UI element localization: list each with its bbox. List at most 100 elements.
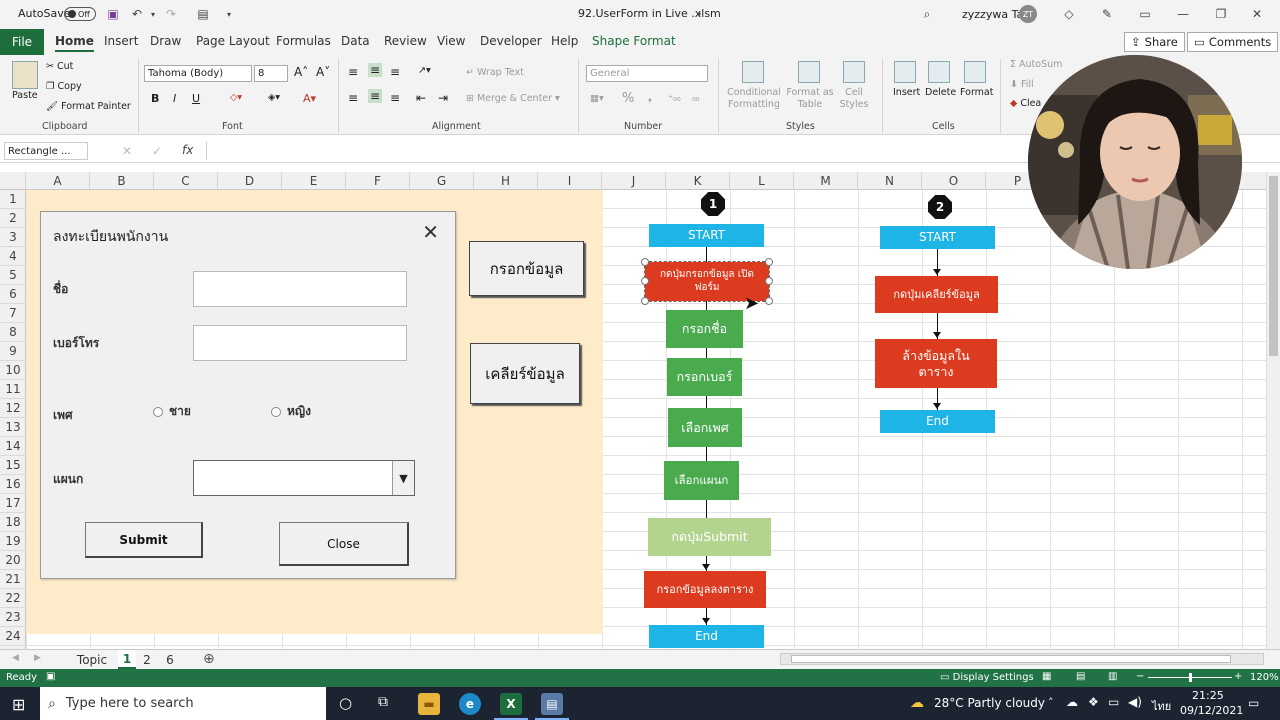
row-header[interactable]: 8 <box>0 323 26 342</box>
column-header[interactable]: B <box>90 172 154 190</box>
tab-data[interactable]: Data <box>341 34 370 48</box>
row-header[interactable]: 16 <box>0 475 26 494</box>
restore-icon[interactable]: ❐ <box>1214 7 1228 21</box>
next-sheet-icon[interactable]: ▶ <box>34 653 41 663</box>
format-as-table-button[interactable]: Format as Table <box>786 87 834 112</box>
department-combobox[interactable]: ▼ <box>193 460 415 496</box>
fx-icon[interactable]: fx <box>182 143 193 157</box>
dropdown-arrow-icon[interactable]: ▼ <box>392 461 414 495</box>
bold-button[interactable]: B <box>151 92 159 105</box>
tab-view[interactable]: View <box>437 34 465 48</box>
column-header[interactable]: F <box>346 172 410 190</box>
female-radio[interactable]: หญิง <box>271 402 311 421</box>
flow1-step-write-table[interactable]: กรอกข้อมูลลงตาราง <box>644 571 766 608</box>
pen-icon[interactable]: ✎ <box>1100 7 1114 21</box>
row-header[interactable]: 4 <box>0 247 26 266</box>
column-header[interactable]: I <box>538 172 602 190</box>
insert-cells-button[interactable]: Insert <box>893 87 920 98</box>
avatar[interactable]: ZT <box>1019 5 1037 23</box>
weather-text[interactable]: 28°C Partly cloudy <box>934 696 1045 710</box>
align-center-icon[interactable]: ≡ <box>368 89 383 103</box>
cancel-icon[interactable]: ✕ <box>122 144 132 158</box>
cell-styles-icon[interactable] <box>843 61 865 83</box>
male-radio[interactable]: ชาย <box>153 402 191 421</box>
sheet-tab-6[interactable]: 6 <box>160 650 180 669</box>
tab-review[interactable]: Review <box>384 34 427 48</box>
save-icon[interactable]: ▣ <box>106 7 120 21</box>
number-format-select[interactable]: General <box>586 65 708 82</box>
column-header[interactable]: H <box>474 172 538 190</box>
horizontal-scrollbar[interactable] <box>780 653 1264 665</box>
align-middle-icon[interactable]: ≡ <box>368 63 383 77</box>
close-window-icon[interactable]: ✕ <box>1250 7 1264 21</box>
delete-cells-button[interactable]: Delete <box>925 87 956 98</box>
name-box[interactable]: Rectangle ... <box>4 142 88 160</box>
row-header[interactable]: 21 <box>0 570 26 589</box>
tab-developer[interactable]: Developer <box>480 34 542 48</box>
enter-icon[interactable]: ✓ <box>152 144 162 158</box>
selection-handle[interactable] <box>641 258 649 266</box>
row-header[interactable]: 1 <box>0 190 26 209</box>
task-view-icon[interactable]: ⧉ <box>378 694 388 710</box>
file-explorer-icon[interactable]: ▬ <box>418 693 440 715</box>
fill-button[interactable]: ⬇ Fill <box>1010 79 1034 90</box>
flow2-step-press-clear[interactable]: กดปุ่มเคลียร์ข้อมูล <box>875 276 998 313</box>
page-break-view-icon[interactable]: ▥ <box>1108 671 1117 682</box>
flow2-start[interactable]: START <box>880 226 995 249</box>
format-cells-icon[interactable] <box>964 61 986 83</box>
vertical-scroll-thumb[interactable] <box>1269 176 1278 356</box>
selection-handle[interactable] <box>765 258 773 266</box>
clear-button[interactable]: ◆ Clea <box>1010 98 1041 109</box>
share-button[interactable]: ⇪ Share <box>1124 32 1185 52</box>
page-layout-view-icon[interactable]: ▤ <box>1076 671 1085 682</box>
cut-button[interactable]: ✂ Cut <box>46 61 73 72</box>
clock-time[interactable]: 21:25 <box>1192 689 1224 702</box>
cell-styles-button[interactable]: Cell Styles <box>834 87 874 112</box>
orientation-icon[interactable]: ↗▾ <box>418 65 431 76</box>
increase-font-icon[interactable]: A˄ <box>294 65 308 79</box>
flow1-step-select-gender[interactable]: เลือกเพศ <box>668 408 742 447</box>
selection-handle[interactable] <box>641 297 649 305</box>
fill-data-shape-button[interactable]: กรอกข้อมูล <box>469 241 584 296</box>
row-header[interactable]: 19 <box>0 532 26 551</box>
horizontal-scroll-thumb[interactable] <box>791 655 1231 663</box>
copy-button[interactable]: ❐ Copy <box>46 81 82 92</box>
delete-cells-icon[interactable] <box>928 61 950 83</box>
zoom-level[interactable]: 120% <box>1250 672 1279 683</box>
decrease-decimal-icon[interactable]: ₀₀ <box>692 93 700 104</box>
font-size-select[interactable]: 8 <box>254 65 288 82</box>
merge-center-button[interactable]: ⊞ Merge & Center ▾ <box>466 93 560 104</box>
column-header[interactable]: E <box>282 172 346 190</box>
search-icon[interactable]: ⌕ <box>920 7 934 21</box>
flow1-step-enter-phone[interactable]: กรอกเบอร์ <box>667 358 742 396</box>
column-header[interactable]: C <box>154 172 218 190</box>
row-header[interactable]: 5 <box>0 266 26 285</box>
autosave-toggle[interactable]: Off <box>64 7 96 21</box>
row-header[interactable]: 24 <box>0 627 26 646</box>
column-header[interactable]: N <box>858 172 922 190</box>
wrap-text-button[interactable]: ↵ Wrap Text <box>466 67 524 78</box>
percent-button[interactable]: % <box>622 91 634 106</box>
row-header[interactable]: 22 <box>0 589 26 608</box>
paste-icon[interactable] <box>12 61 38 89</box>
format-painter-button[interactable]: 🖌 Format Painter <box>46 101 131 112</box>
diamond-icon[interactable]: ◇ <box>1062 7 1076 21</box>
windows-start-icon[interactable]: ⊞ <box>12 695 25 714</box>
row-header[interactable]: 10 <box>0 361 26 380</box>
language-indicator[interactable]: ไทย <box>1152 697 1171 715</box>
submit-button[interactable]: Submit <box>85 522 203 558</box>
excel-icon[interactable]: X <box>500 693 522 715</box>
select-all-corner[interactable] <box>0 172 26 190</box>
row-header[interactable]: 3 <box>0 228 26 247</box>
row-header[interactable]: 7 <box>0 304 26 323</box>
flow2-end[interactable]: End <box>880 410 995 433</box>
display-settings-button[interactable]: ▭ Display Settings <box>940 672 1034 683</box>
clock-date[interactable]: 09/12/2021 <box>1180 704 1243 717</box>
row-header[interactable]: 18 <box>0 513 26 532</box>
insert-cells-icon[interactable] <box>894 61 916 83</box>
undo-icon[interactable]: ↶ <box>130 7 144 21</box>
row-header[interactable]: 23 <box>0 608 26 627</box>
volume-icon[interactable]: ◀) <box>1128 695 1142 709</box>
format-as-table-icon[interactable] <box>798 61 820 83</box>
fill-color-icon[interactable]: ◈▾ <box>268 92 280 103</box>
